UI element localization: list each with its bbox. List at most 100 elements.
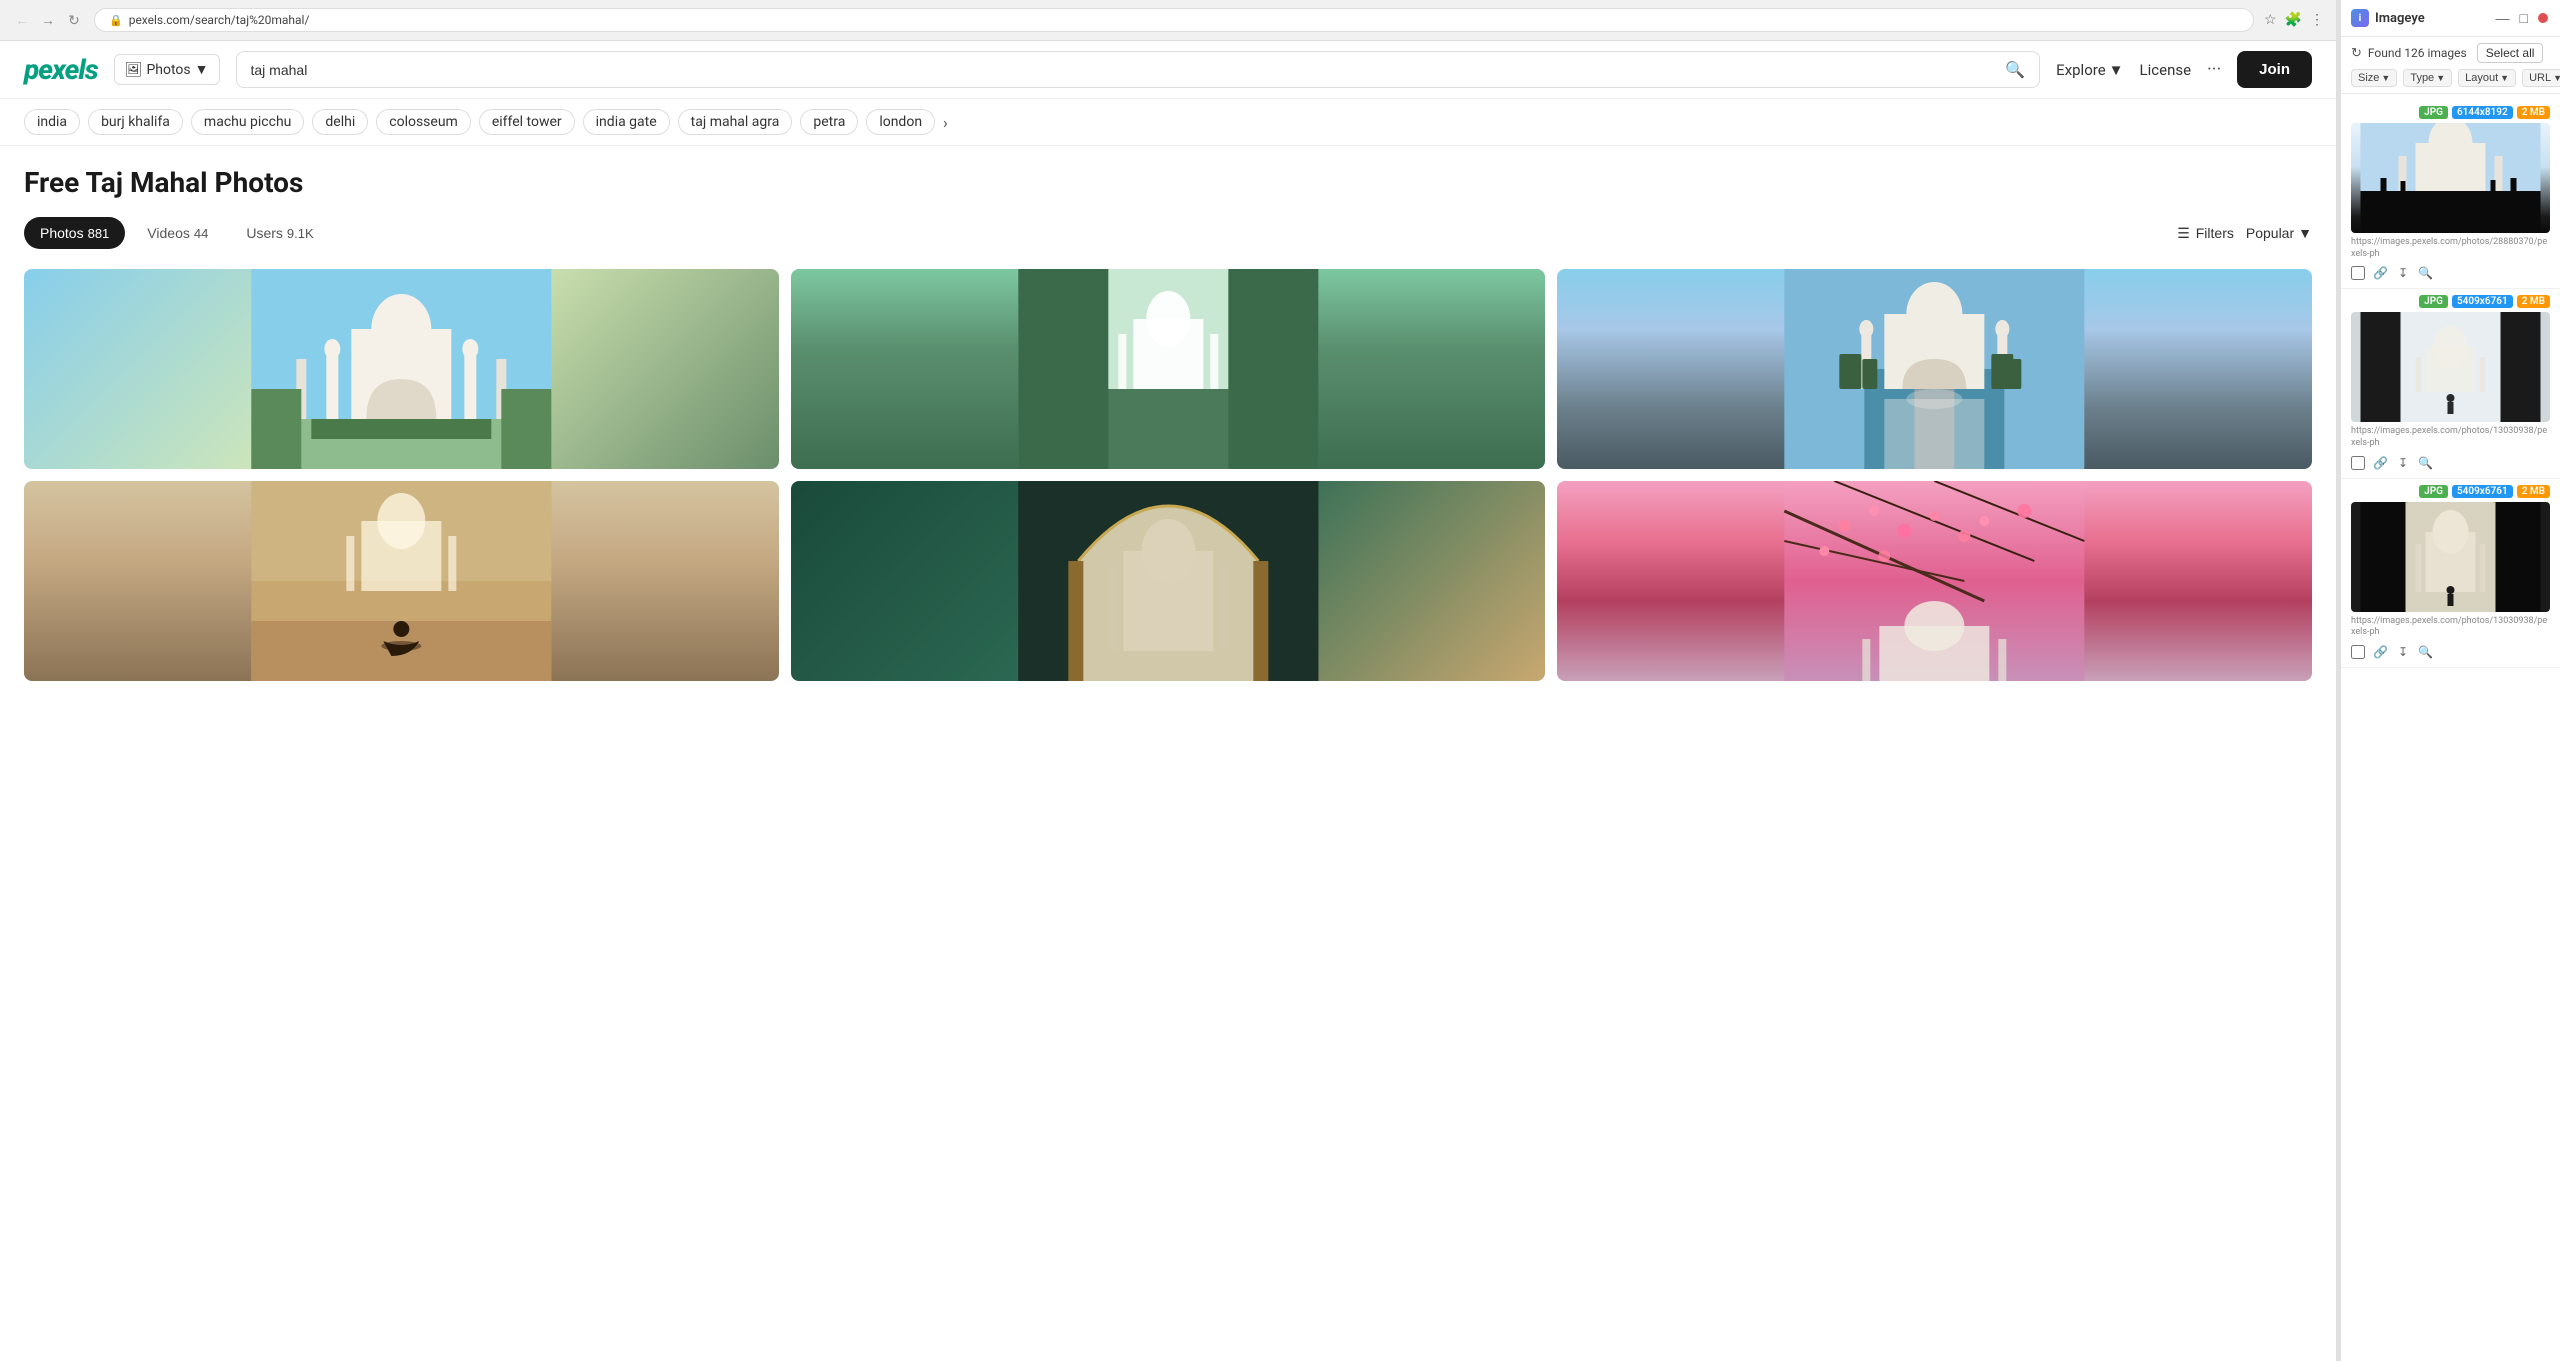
type-chevron: ▼: [2436, 73, 2445, 83]
image-1-thumb[interactable]: [2351, 123, 2550, 233]
settings-icon[interactable]: ⋮: [2310, 12, 2324, 28]
image-1-open-button[interactable]: 🔗: [2371, 264, 2390, 282]
filters-button[interactable]: ☰ Filters: [2177, 225, 2234, 242]
image-2-url: https://images.pexels.com/photos/1303093…: [2351, 426, 2550, 449]
tag-london[interactable]: london: [866, 109, 935, 135]
photos-dropdown-label: Photos: [146, 62, 190, 78]
explore-nav-link[interactable]: Explore ▼: [2056, 61, 2123, 79]
bookmark-icon[interactable]: ☆: [2264, 12, 2277, 28]
image-2-download-button[interactable]: ↧: [2396, 454, 2410, 472]
image-3-badges: JPG 5409x6761 2 MB: [2351, 485, 2550, 498]
pexels-logo[interactable]: pexels: [24, 53, 98, 86]
tab-photos[interactable]: Photos 881: [24, 217, 125, 249]
tag-burj-khalifa[interactable]: burj khalifa: [88, 109, 183, 135]
image-2-zoom-button[interactable]: 🔍: [2416, 454, 2435, 472]
imageye-image-item-2[interactable]: JPG 5409x6761 2 MB: [2341, 289, 2560, 478]
photos-type-dropdown[interactable]: 🖼 Photos ▼: [114, 54, 220, 85]
imageye-minimize-button[interactable]: ―: [2494, 8, 2512, 28]
photo-grid: [24, 269, 2312, 681]
url-bar[interactable]: 🔒 pexels.com/search/taj%20mahal/: [94, 8, 2254, 32]
tag-india[interactable]: india: [24, 109, 80, 135]
search-icon[interactable]: 🔍: [2005, 60, 2025, 79]
imageye-image-item-1[interactable]: JPG 6144x8192 2 MB: [2341, 100, 2560, 289]
imageye-logo-text: Imageye: [2375, 11, 2425, 26]
image-3-download-button[interactable]: ↧: [2396, 643, 2410, 661]
browser-nav-buttons: ← → ↻: [12, 10, 84, 30]
sort-button[interactable]: Popular ▼: [2246, 225, 2312, 241]
tags-more-icon[interactable]: ›: [943, 113, 948, 132]
tag-colosseum[interactable]: colosseum: [376, 109, 471, 135]
imageye-expand-button[interactable]: □: [2518, 8, 2530, 28]
layout-chevron: ▼: [2500, 73, 2509, 83]
photo-item-6[interactable]: [1557, 481, 2312, 681]
sort-chevron: ▼: [2298, 225, 2312, 241]
url-text: pexels.com/search/taj%20mahal/: [129, 13, 310, 27]
image-3-url: https://images.pexels.com/photos/1303093…: [2351, 616, 2550, 639]
image-1-size-badge: 2 MB: [2517, 106, 2550, 119]
image-2-checkbox[interactable]: [2351, 456, 2365, 470]
imageye-refresh-button[interactable]: ↻: [2351, 45, 2362, 61]
photos-dropdown-icon: 🖼: [125, 62, 143, 78]
imageye-select-all-button[interactable]: Select all: [2477, 43, 2544, 63]
tag-taj-mahal-agra[interactable]: taj mahal agra: [678, 109, 793, 135]
imageye-images-list[interactable]: JPG 6144x8192 2 MB: [2341, 94, 2560, 1361]
imageye-type-filter[interactable]: Type ▼: [2403, 69, 2452, 87]
image-3-thumb[interactable]: [2351, 502, 2550, 612]
extensions-icon[interactable]: 🧩: [2285, 12, 2302, 28]
photo-item-3[interactable]: [1557, 269, 2312, 469]
page-title: Free Taj Mahal Photos: [24, 166, 2312, 199]
image-1-checkbox[interactable]: [2351, 266, 2365, 280]
image-3-format-badge: JPG: [2419, 485, 2448, 498]
tab-videos[interactable]: Videos 44: [131, 217, 224, 249]
image-1-zoom-button[interactable]: 🔍: [2416, 264, 2435, 282]
pexels-header: pexels 🖼 Photos ▼ 🔍 Explore ▼ License ··…: [0, 41, 2336, 99]
tab-users[interactable]: Users 9.1K: [230, 217, 329, 249]
image-2-size-badge: 2 MB: [2517, 295, 2550, 308]
more-nav-button[interactable]: ···: [2207, 59, 2221, 80]
tag-machu-picchu[interactable]: machu picchu: [191, 109, 304, 135]
explore-chevron: ▼: [2109, 61, 2124, 79]
forward-button[interactable]: →: [38, 10, 58, 30]
imageye-url-filter[interactable]: URL ▼: [2522, 69, 2560, 87]
tag-delhi[interactable]: delhi: [312, 109, 368, 135]
back-button[interactable]: ←: [12, 10, 32, 30]
image-1-url: https://images.pexels.com/photos/2888037…: [2351, 237, 2550, 260]
image-1-badges: JPG 6144x8192 2 MB: [2351, 106, 2550, 119]
search-input[interactable]: [251, 62, 1998, 78]
imageye-header: i Imageye ― □: [2341, 0, 2560, 37]
tag-eiffel-tower[interactable]: eiffel tower: [479, 109, 575, 135]
imageye-layout-filter[interactable]: Layout ▼: [2458, 69, 2516, 87]
image-3-size-badge: 2 MB: [2517, 485, 2550, 498]
image-2-open-button[interactable]: 🔗: [2371, 454, 2390, 472]
image-3-zoom-button[interactable]: 🔍: [2416, 643, 2435, 661]
imageye-image-item-3[interactable]: JPG 5409x6761 2 MB: [2341, 479, 2560, 668]
search-bar[interactable]: 🔍: [236, 51, 2041, 88]
imageye-toolbar: ↻ Found 126 images Select all Size ▼ Typ…: [2341, 37, 2560, 94]
imageye-sidebar: i Imageye ― □ ↻ Found 126 images Select …: [2340, 0, 2560, 1361]
imageye-header-actions: ― □: [2494, 8, 2550, 28]
browser-actions: ☆ 🧩 ⋮: [2264, 12, 2324, 28]
reload-button[interactable]: ↻: [64, 10, 84, 30]
join-button[interactable]: Join: [2237, 51, 2312, 88]
browser-chrome: ← → ↻ 🔒 pexels.com/search/taj%20mahal/ ☆…: [0, 0, 2336, 41]
image-3-open-button[interactable]: 🔗: [2371, 643, 2390, 661]
imageye-size-filter[interactable]: Size ▼: [2351, 69, 2397, 87]
photo-item-5[interactable]: [791, 481, 1546, 681]
image-2-badges: JPG 5409x6761 2 MB: [2351, 295, 2550, 308]
tag-india-gate[interactable]: india gate: [583, 109, 670, 135]
photo-item-2[interactable]: [791, 269, 1546, 469]
image-1-download-button[interactable]: ↧: [2396, 264, 2410, 282]
tag-petra[interactable]: petra: [800, 109, 858, 135]
image-2-dim-badge: 5409x6761: [2452, 295, 2513, 308]
filter-icon: ☰: [2177, 225, 2190, 242]
license-nav-link[interactable]: License: [2140, 61, 2192, 79]
image-1-actions: 🔗 ↧ 🔍: [2351, 264, 2550, 282]
photo-item-4[interactable]: [24, 481, 779, 681]
imageye-close-button[interactable]: [2536, 8, 2550, 28]
image-2-thumb[interactable]: [2351, 312, 2550, 422]
image-3-checkbox[interactable]: [2351, 645, 2365, 659]
url-chevron: ▼: [2553, 73, 2560, 83]
photo-item-1[interactable]: [24, 269, 779, 469]
page-content: Free Taj Mahal Photos Photos 881 Videos …: [0, 146, 2336, 1361]
imageye-found-row: ↻ Found 126 images Select all: [2351, 43, 2550, 63]
